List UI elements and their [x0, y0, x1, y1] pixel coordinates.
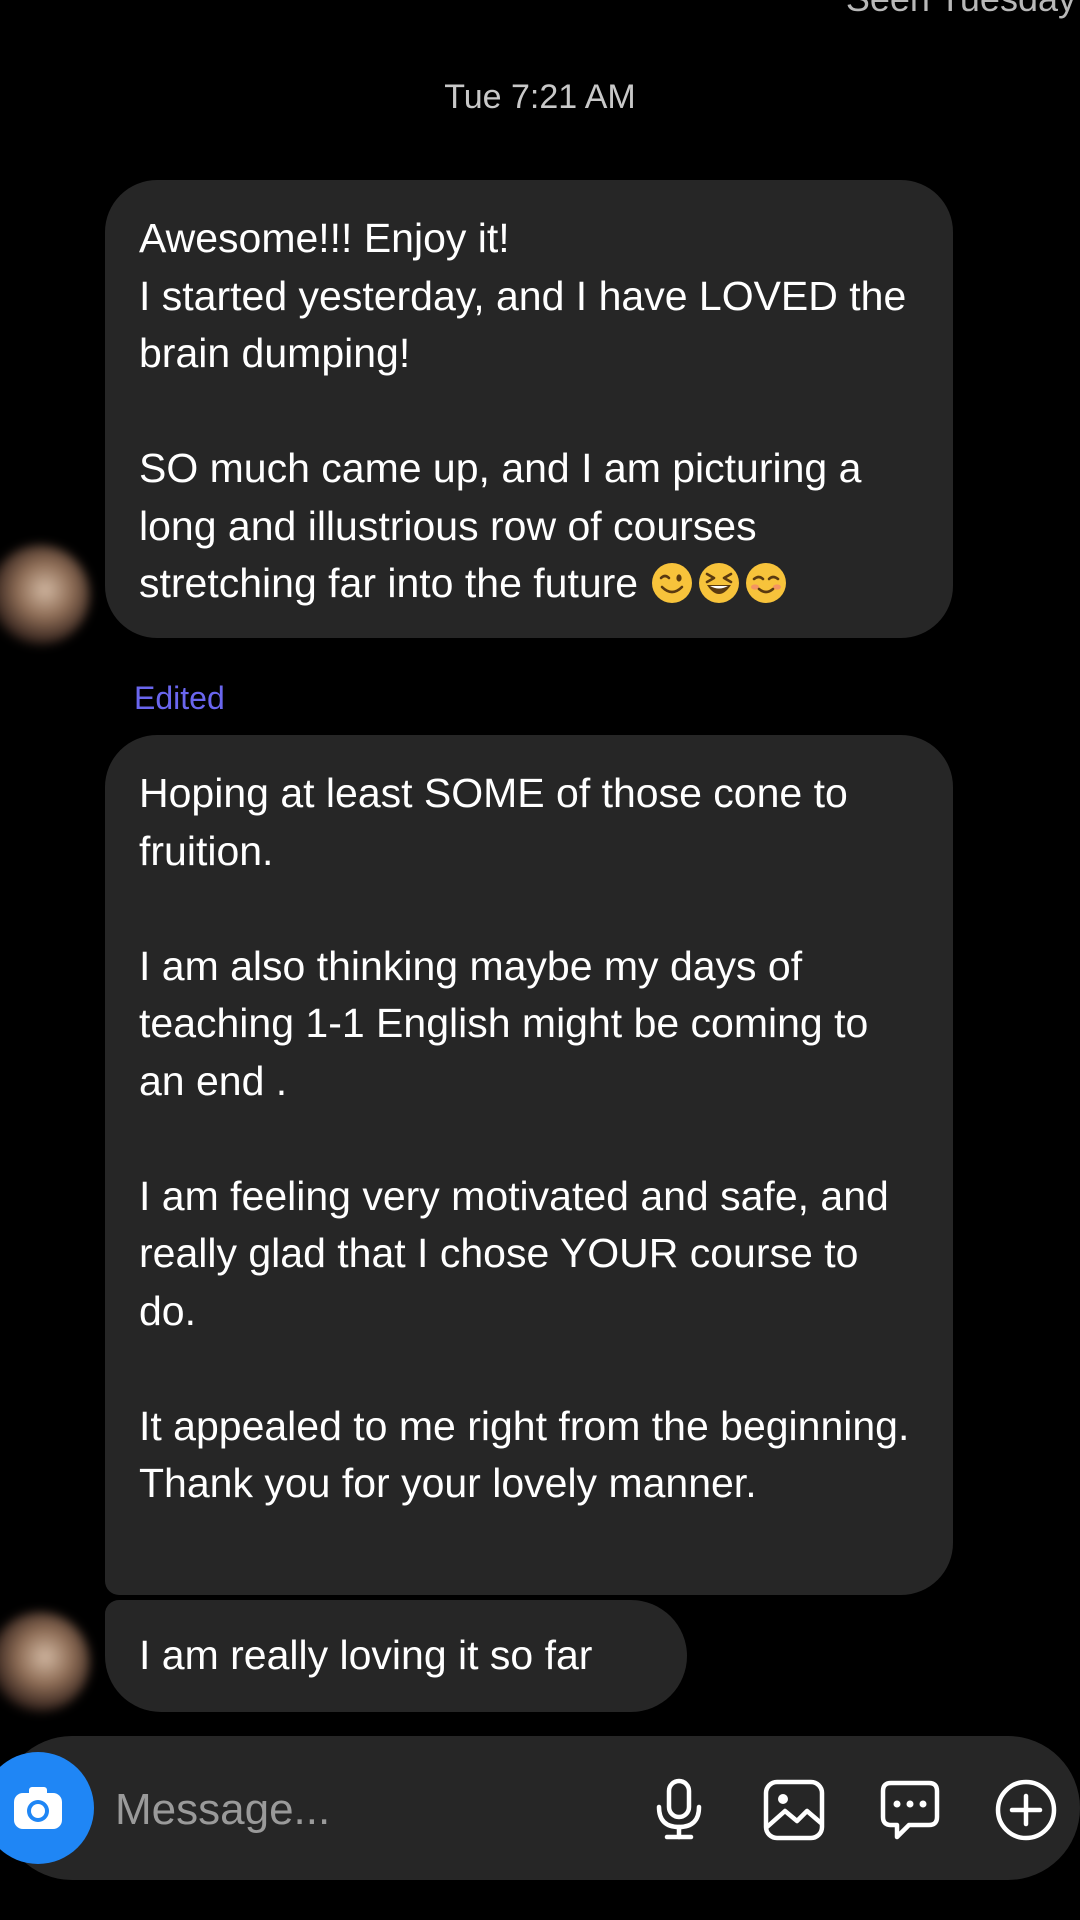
- voice-message-button[interactable]: [643, 1774, 715, 1846]
- sticker-icon: [880, 1780, 940, 1840]
- grinning-squinting-face-emoji: [699, 563, 740, 603]
- message-bubble[interactable]: I am really loving it so far: [105, 1600, 687, 1712]
- emoji-group: [650, 561, 788, 605]
- contact-avatar[interactable]: [0, 545, 90, 645]
- more-options-button[interactable]: [990, 1774, 1062, 1846]
- message-bubble[interactable]: Awesome!!! Enjoy it! I started yesterday…: [105, 180, 953, 638]
- message-timestamp: Tue 7:21 AM: [444, 78, 636, 116]
- seen-status: Seen Tuesday: [846, 0, 1076, 20]
- gallery-button[interactable]: [758, 1774, 830, 1846]
- message-text: Awesome!!! Enjoy it! I started yesterday…: [139, 215, 907, 606]
- gallery-icon: [763, 1779, 825, 1841]
- winking-face-emoji: [652, 563, 693, 603]
- sticker-button[interactable]: [874, 1774, 946, 1846]
- message-bubble[interactable]: Hoping at least SOME of those cone to fr…: [105, 735, 953, 1595]
- message-text: I am really loving it so far: [139, 1632, 593, 1678]
- contact-avatar[interactable]: [0, 1612, 90, 1712]
- camera-icon: [14, 1787, 62, 1829]
- plus-icon: [995, 1779, 1057, 1841]
- edited-label: Edited: [134, 680, 225, 716]
- smiling-face-emoji: [746, 563, 787, 603]
- message-text: Hoping at least SOME of those cone to fr…: [139, 770, 910, 1506]
- microphone-icon: [656, 1778, 702, 1840]
- message-input[interactable]: [115, 1778, 635, 1842]
